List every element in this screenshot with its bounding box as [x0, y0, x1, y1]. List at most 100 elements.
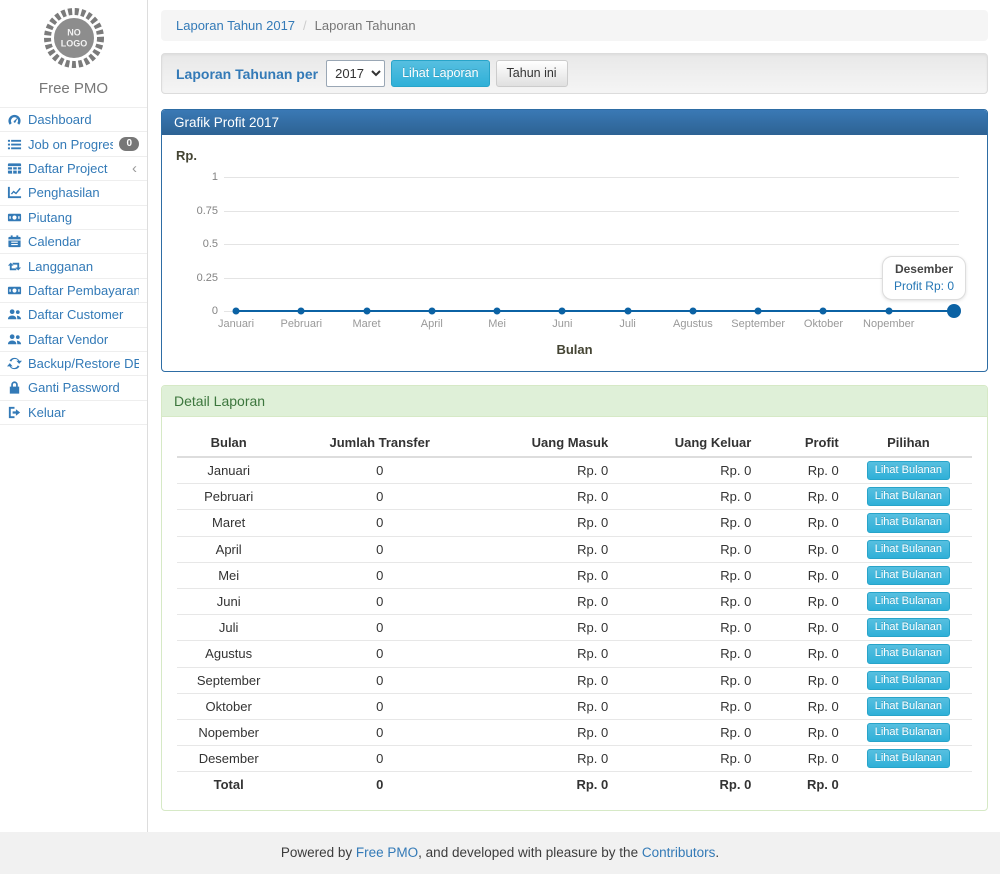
sidebar-item-label: Piutang	[28, 210, 139, 225]
table-cell: 0	[280, 588, 479, 614]
footer-text: .	[715, 845, 719, 860]
table-row: April0Rp. 0Rp. 0Rp. 0Lihat Bulanan	[177, 536, 972, 562]
tahun-ini-button[interactable]: Tahun ini	[496, 60, 568, 87]
table-cell: Rp. 0	[479, 641, 614, 667]
data-point-desember[interactable]	[947, 304, 961, 318]
table-icon	[7, 161, 22, 176]
sidebar-item-daftar-vendor[interactable]: Daftar Vendor	[0, 327, 147, 351]
table-cell: Rp. 0	[479, 484, 614, 510]
table-cell: Rp. 0	[757, 693, 844, 719]
lihat-bulanan-button[interactable]: Lihat Bulanan	[867, 592, 950, 611]
table-cell: Rp. 0	[614, 457, 757, 484]
x-tick-label: Maret	[352, 318, 380, 330]
free-pmo-link[interactable]: Free PMO	[356, 845, 418, 860]
chart-panel-title: Grafik Profit 2017	[162, 110, 987, 135]
table-row: Maret0Rp. 0Rp. 0Rp. 0Lihat Bulanan	[177, 510, 972, 536]
data-point-april[interactable]	[428, 308, 435, 315]
chevron-left-icon: ‹	[132, 161, 139, 176]
data-point-nopember[interactable]	[885, 308, 892, 315]
sidebar-item-job-on-progress[interactable]: Job on Progress0	[0, 131, 147, 155]
contributors-link[interactable]: Contributors	[642, 845, 716, 860]
sidebar-item-keluar[interactable]: Keluar	[0, 400, 147, 425]
lihat-bulanan-button[interactable]: Lihat Bulanan	[867, 697, 950, 716]
data-point-juli[interactable]	[624, 308, 631, 315]
sidebar-item-label: Keluar	[28, 405, 139, 420]
lihat-laporan-button[interactable]: Lihat Laporan	[391, 60, 489, 87]
table-row: Juli0Rp. 0Rp. 0Rp. 0Lihat Bulanan	[177, 615, 972, 641]
data-point-mei[interactable]	[494, 308, 501, 315]
sidebar-item-daftar-project[interactable]: Daftar Project‹	[0, 156, 147, 180]
table-cell: Rp. 0	[757, 457, 844, 484]
report-table: BulanJumlah TransferUang MasukUang Kelua…	[177, 429, 972, 796]
year-select[interactable]: 2017	[326, 60, 385, 87]
table-cell: Agustus	[177, 641, 280, 667]
table-cell: Nopember	[177, 719, 280, 745]
table-cell: Rp. 0	[614, 719, 757, 745]
lihat-bulanan-button[interactable]: Lihat Bulanan	[867, 644, 950, 663]
x-tick-label: Januari	[218, 318, 254, 330]
table-cell: April	[177, 536, 280, 562]
lihat-bulanan-button[interactable]: Lihat Bulanan	[867, 723, 950, 742]
column-header: Pilihan	[845, 429, 972, 457]
sidebar-item-penghasilan[interactable]: Penghasilan	[0, 180, 147, 204]
y-tick-label: 1	[178, 171, 218, 183]
table-cell: Rp. 0	[614, 641, 757, 667]
data-point-januari[interactable]	[233, 308, 240, 315]
data-point-agustus[interactable]	[689, 308, 696, 315]
filter-label: Laporan Tahunan per	[176, 66, 318, 82]
table-cell: Rp. 0	[479, 667, 614, 693]
footer-text: Powered by	[281, 845, 356, 860]
data-point-oktober[interactable]	[820, 308, 827, 315]
chart-gridline	[224, 278, 959, 279]
sidebar-item-piutang[interactable]: Piutang	[0, 205, 147, 229]
table-cell: Rp. 0	[614, 615, 757, 641]
table-cell: Lihat Bulanan	[845, 484, 972, 510]
table-cell: Lihat Bulanan	[845, 641, 972, 667]
table-cell: Rp. 0	[614, 746, 757, 772]
sidebar-item-dashboard[interactable]: Dashboard	[0, 107, 147, 131]
table-cell: 0	[280, 510, 479, 536]
table-row: Mei0Rp. 0Rp. 0Rp. 0Lihat Bulanan	[177, 562, 972, 588]
footer-text: , and developed with pleasure by the	[418, 845, 642, 860]
table-cell: Rp. 0	[614, 536, 757, 562]
data-point-maret[interactable]	[363, 308, 370, 315]
lihat-bulanan-button[interactable]: Lihat Bulanan	[867, 487, 950, 506]
lihat-bulanan-button[interactable]: Lihat Bulanan	[867, 671, 950, 690]
logo: NO LOGO	[0, 0, 147, 74]
table-cell: Rp. 0	[479, 457, 614, 484]
sidebar-item-daftar-pembayaran[interactable]: Daftar Pembayaran	[0, 278, 147, 302]
sidebar-item-daftar-customer[interactable]: Daftar Customer	[0, 302, 147, 326]
lihat-bulanan-button[interactable]: Lihat Bulanan	[867, 461, 950, 480]
lihat-bulanan-button[interactable]: Lihat Bulanan	[867, 566, 950, 585]
column-header: Jumlah Transfer	[280, 429, 479, 457]
table-cell: Lihat Bulanan	[845, 457, 972, 484]
lihat-bulanan-button[interactable]: Lihat Bulanan	[867, 513, 950, 532]
table-row: Pebruari0Rp. 0Rp. 0Rp. 0Lihat Bulanan	[177, 484, 972, 510]
table-row: Oktober0Rp. 0Rp. 0Rp. 0Lihat Bulanan	[177, 693, 972, 719]
table-cell: Maret	[177, 510, 280, 536]
lihat-bulanan-button[interactable]: Lihat Bulanan	[867, 618, 950, 637]
data-point-september[interactable]	[755, 308, 762, 315]
dashboard-icon	[7, 112, 22, 127]
data-point-pebruari[interactable]	[298, 308, 305, 315]
table-cell: Rp. 0	[757, 484, 844, 510]
table-cell: Lihat Bulanan	[845, 536, 972, 562]
lihat-bulanan-button[interactable]: Lihat Bulanan	[867, 540, 950, 559]
sidebar-item-ganti-password[interactable]: Ganti Password	[0, 375, 147, 399]
breadcrumb-link[interactable]: Laporan Tahun 2017	[176, 18, 295, 33]
data-point-juni[interactable]	[559, 308, 566, 315]
sidebar-item-label: Penghasilan	[28, 185, 139, 200]
table-cell: Pebruari	[177, 484, 280, 510]
sidebar-item-calendar[interactable]: Calendar	[0, 229, 147, 253]
table-cell: Juli	[177, 615, 280, 641]
table-cell: Rp. 0	[757, 667, 844, 693]
chart-tooltip: Desember Profit Rp: 0	[882, 256, 966, 300]
sidebar-item-langganan[interactable]: Langganan	[0, 253, 147, 277]
no-logo-badge: NO LOGO	[43, 7, 105, 69]
line-chart-icon	[7, 185, 22, 200]
sidebar-item-backup-restore-db[interactable]: Backup/Restore DB	[0, 351, 147, 375]
table-cell: Juni	[177, 588, 280, 614]
table-cell: 0	[280, 693, 479, 719]
lihat-bulanan-button[interactable]: Lihat Bulanan	[867, 749, 950, 768]
table-cell: 0	[280, 484, 479, 510]
